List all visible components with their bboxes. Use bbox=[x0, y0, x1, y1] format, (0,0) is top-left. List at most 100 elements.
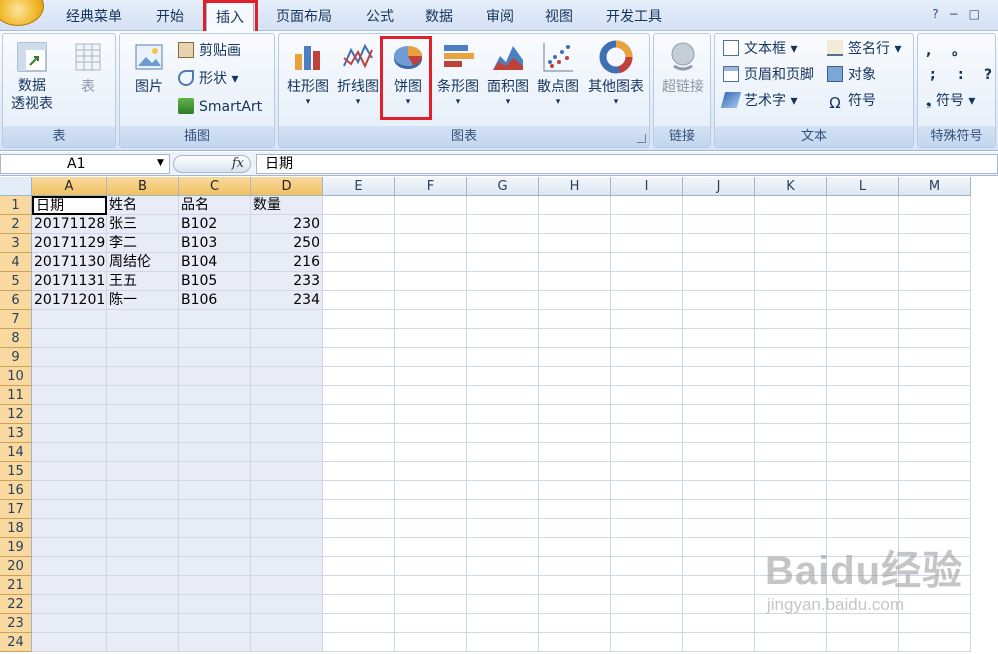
bar-chart-button[interactable]: 条形图 ▾ bbox=[431, 40, 485, 124]
cell-b22[interactable] bbox=[107, 595, 179, 614]
cell-j8[interactable] bbox=[683, 329, 755, 348]
cell-a8[interactable] bbox=[32, 329, 107, 348]
cell-m11[interactable] bbox=[899, 386, 971, 405]
cell-a13[interactable] bbox=[32, 424, 107, 443]
cell-e23[interactable] bbox=[323, 614, 395, 633]
cell-e21[interactable] bbox=[323, 576, 395, 595]
cell-e7[interactable] bbox=[323, 310, 395, 329]
cell-g5[interactable] bbox=[467, 272, 539, 291]
column-chart-button[interactable]: 柱形图 ▾ bbox=[281, 40, 335, 124]
cell-b2[interactable]: 张三 bbox=[107, 215, 179, 234]
cell-i8[interactable] bbox=[611, 329, 683, 348]
cell-a12[interactable] bbox=[32, 405, 107, 424]
cell-h22[interactable] bbox=[539, 595, 611, 614]
hyperlink-button[interactable]: 超链接 bbox=[656, 40, 710, 124]
cell-f16[interactable] bbox=[395, 481, 467, 500]
cell-h11[interactable] bbox=[539, 386, 611, 405]
pivot-table-button[interactable]: 数据 透视表 bbox=[5, 40, 59, 124]
cell-e2[interactable] bbox=[323, 215, 395, 234]
cell-h10[interactable] bbox=[539, 367, 611, 386]
cell-j14[interactable] bbox=[683, 443, 755, 462]
pie-chart-button[interactable]: 饼图 ▾ bbox=[381, 40, 435, 124]
cell-a6[interactable]: 20171201 bbox=[32, 291, 107, 310]
cell-b6[interactable]: 陈一 bbox=[107, 291, 179, 310]
cell-h20[interactable] bbox=[539, 557, 611, 576]
cell-f23[interactable] bbox=[395, 614, 467, 633]
cell-a15[interactable] bbox=[32, 462, 107, 481]
cell-e13[interactable] bbox=[323, 424, 395, 443]
cell-f12[interactable] bbox=[395, 405, 467, 424]
row-header-16[interactable]: 16 bbox=[0, 481, 32, 500]
cell-g13[interactable] bbox=[467, 424, 539, 443]
cell-b21[interactable] bbox=[107, 576, 179, 595]
cell-e20[interactable] bbox=[323, 557, 395, 576]
line-chart-button[interactable]: 折线图 ▾ bbox=[331, 40, 385, 124]
cell-g3[interactable] bbox=[467, 234, 539, 253]
cell-d19[interactable] bbox=[251, 538, 323, 557]
cell-h3[interactable] bbox=[539, 234, 611, 253]
row-header-24[interactable]: 24 bbox=[0, 633, 32, 652]
signature-line-button[interactable]: 签名行 ▾ bbox=[827, 38, 901, 60]
cell-i5[interactable] bbox=[611, 272, 683, 291]
cell-f18[interactable] bbox=[395, 519, 467, 538]
cell-k16[interactable] bbox=[755, 481, 827, 500]
cell-i7[interactable] bbox=[611, 310, 683, 329]
cell-h7[interactable] bbox=[539, 310, 611, 329]
cell-h12[interactable] bbox=[539, 405, 611, 424]
cell-d13[interactable] bbox=[251, 424, 323, 443]
cell-d1[interactable]: 数量 bbox=[251, 196, 323, 215]
minimize-icon[interactable]: − bbox=[949, 7, 969, 21]
cell-b23[interactable] bbox=[107, 614, 179, 633]
cell-f9[interactable] bbox=[395, 348, 467, 367]
cell-k1[interactable] bbox=[755, 196, 827, 215]
cell-i11[interactable] bbox=[611, 386, 683, 405]
cell-f4[interactable] bbox=[395, 253, 467, 272]
cell-b18[interactable] bbox=[107, 519, 179, 538]
cell-b13[interactable] bbox=[107, 424, 179, 443]
cell-k7[interactable] bbox=[755, 310, 827, 329]
cell-l13[interactable] bbox=[827, 424, 899, 443]
period-symbol-button[interactable]: 。 bbox=[952, 40, 966, 62]
cell-g23[interactable] bbox=[467, 614, 539, 633]
row-header-10[interactable]: 10 bbox=[0, 367, 32, 386]
cell-d10[interactable] bbox=[251, 367, 323, 386]
column-header-g[interactable]: G bbox=[467, 177, 539, 196]
cell-f3[interactable] bbox=[395, 234, 467, 253]
cell-f7[interactable] bbox=[395, 310, 467, 329]
cell-g14[interactable] bbox=[467, 443, 539, 462]
cell-i19[interactable] bbox=[611, 538, 683, 557]
row-header-23[interactable]: 23 bbox=[0, 614, 32, 633]
cell-h24[interactable] bbox=[539, 633, 611, 652]
restore-icon[interactable]: □ bbox=[969, 7, 990, 21]
cell-c3[interactable]: B103 bbox=[179, 234, 251, 253]
cell-h15[interactable] bbox=[539, 462, 611, 481]
cell-j22[interactable] bbox=[683, 595, 755, 614]
cell-d7[interactable] bbox=[251, 310, 323, 329]
cell-g17[interactable] bbox=[467, 500, 539, 519]
cell-d18[interactable] bbox=[251, 519, 323, 538]
special-symbol-button[interactable]: ❟ 符号 ▾ bbox=[926, 90, 975, 112]
cell-a3[interactable]: 20171129 bbox=[32, 234, 107, 253]
cell-m6[interactable] bbox=[899, 291, 971, 310]
cell-k13[interactable] bbox=[755, 424, 827, 443]
cell-c7[interactable] bbox=[179, 310, 251, 329]
insert-function-button[interactable]: fx bbox=[173, 155, 251, 173]
cell-m16[interactable] bbox=[899, 481, 971, 500]
cell-m2[interactable] bbox=[899, 215, 971, 234]
cell-g11[interactable] bbox=[467, 386, 539, 405]
cell-d23[interactable] bbox=[251, 614, 323, 633]
cell-j3[interactable] bbox=[683, 234, 755, 253]
row-header-1[interactable]: 1 bbox=[0, 196, 32, 215]
cell-l12[interactable] bbox=[827, 405, 899, 424]
cell-e11[interactable] bbox=[323, 386, 395, 405]
cell-g24[interactable] bbox=[467, 633, 539, 652]
cell-b15[interactable] bbox=[107, 462, 179, 481]
cell-m7[interactable] bbox=[899, 310, 971, 329]
cell-f20[interactable] bbox=[395, 557, 467, 576]
tab-insert[interactable]: 插入 bbox=[206, 2, 254, 32]
row-header-19[interactable]: 19 bbox=[0, 538, 32, 557]
cell-k14[interactable] bbox=[755, 443, 827, 462]
cell-c13[interactable] bbox=[179, 424, 251, 443]
clipart-button[interactable]: 剪贴画 bbox=[178, 40, 241, 62]
cell-j5[interactable] bbox=[683, 272, 755, 291]
